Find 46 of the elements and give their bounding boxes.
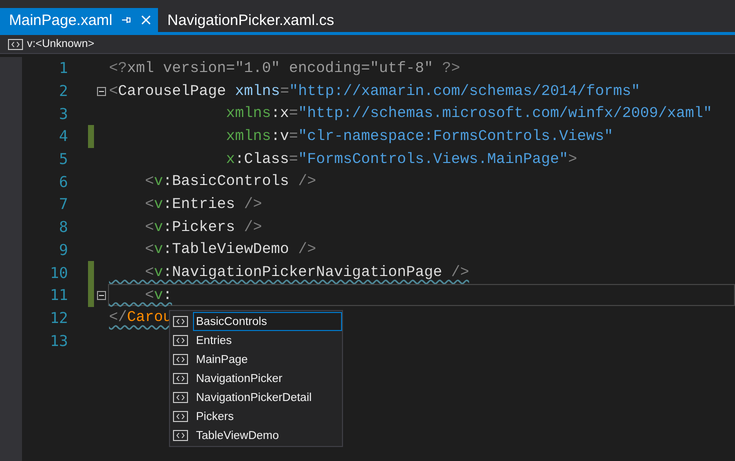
completion-item[interactable]: TableViewDemo	[193, 426, 342, 445]
code-line: <v:TableViewDemo />	[144, 241, 316, 258]
code-line: <?xml version="1.0" encoding="utf-8" ?>	[109, 60, 460, 77]
line-number: 4	[58, 127, 68, 146]
collapse-icon[interactable]	[96, 290, 106, 300]
document-tab[interactable]: NavigationPicker.xaml.cs	[158, 8, 340, 32]
code-line: <CarouselPage xmlns="http://xamarin.com/schemas/2014/forms"	[109, 82, 640, 100]
line-number: 7	[58, 195, 68, 214]
line-number: 8	[58, 218, 68, 236]
pin-icon[interactable]	[120, 14, 132, 26]
line-number: 13	[48, 332, 68, 350]
brackets-icon	[173, 373, 188, 384]
code-line: <v:	[144, 286, 172, 304]
line-number: 2	[58, 82, 68, 100]
line-number: 9	[58, 240, 68, 259]
code-line: xmlns:v="clr-namespace:FormsControls.Views"	[225, 128, 614, 145]
brackets-icon	[173, 430, 188, 441]
brackets-icon	[173, 316, 188, 327]
line-number: 5	[58, 150, 68, 168]
completion-item[interactable]: Entries	[193, 331, 342, 350]
line-number: 6	[58, 172, 68, 191]
brackets-icon	[8, 38, 23, 50]
completion-item[interactable]: NavigationPickerDetail	[193, 388, 342, 407]
close-icon[interactable]	[140, 14, 152, 26]
line-number: 3	[58, 104, 68, 123]
line-number: 11	[48, 286, 68, 304]
completion-item[interactable]: BasicControls	[193, 312, 342, 331]
completion-item[interactable]: Pickers	[193, 407, 342, 426]
line-number: 10	[48, 264, 68, 282]
brackets-icon	[173, 411, 188, 422]
code-line: <v:BasicControls />	[144, 173, 316, 190]
code-line: <v:NavigationPickerNavigationPage />	[144, 264, 470, 282]
code-line: xmlns:x="http://schemas.microsoft.com/winfx/2009/xaml"	[225, 105, 712, 122]
completion-item[interactable]: NavigationPicker	[193, 369, 342, 388]
brackets-icon	[173, 392, 188, 403]
brackets-icon	[173, 335, 188, 346]
code-line: <v:Pickers />	[144, 218, 262, 236]
line-number: 12	[48, 308, 68, 327]
code-line: x:Class="FormsControls.Views.MainPage">	[225, 150, 578, 168]
document-tab[interactable]: MainPage.xaml	[0, 8, 158, 32]
code-line: <v:Entries />	[144, 196, 262, 213]
line-number: 1	[58, 59, 68, 78]
brackets-icon	[173, 354, 188, 365]
collapse-icon[interactable]	[96, 86, 106, 96]
navigation-dropdown[interactable]: v:<Unknown>	[27, 38, 94, 50]
completion-item[interactable]: MainPage	[193, 350, 342, 369]
